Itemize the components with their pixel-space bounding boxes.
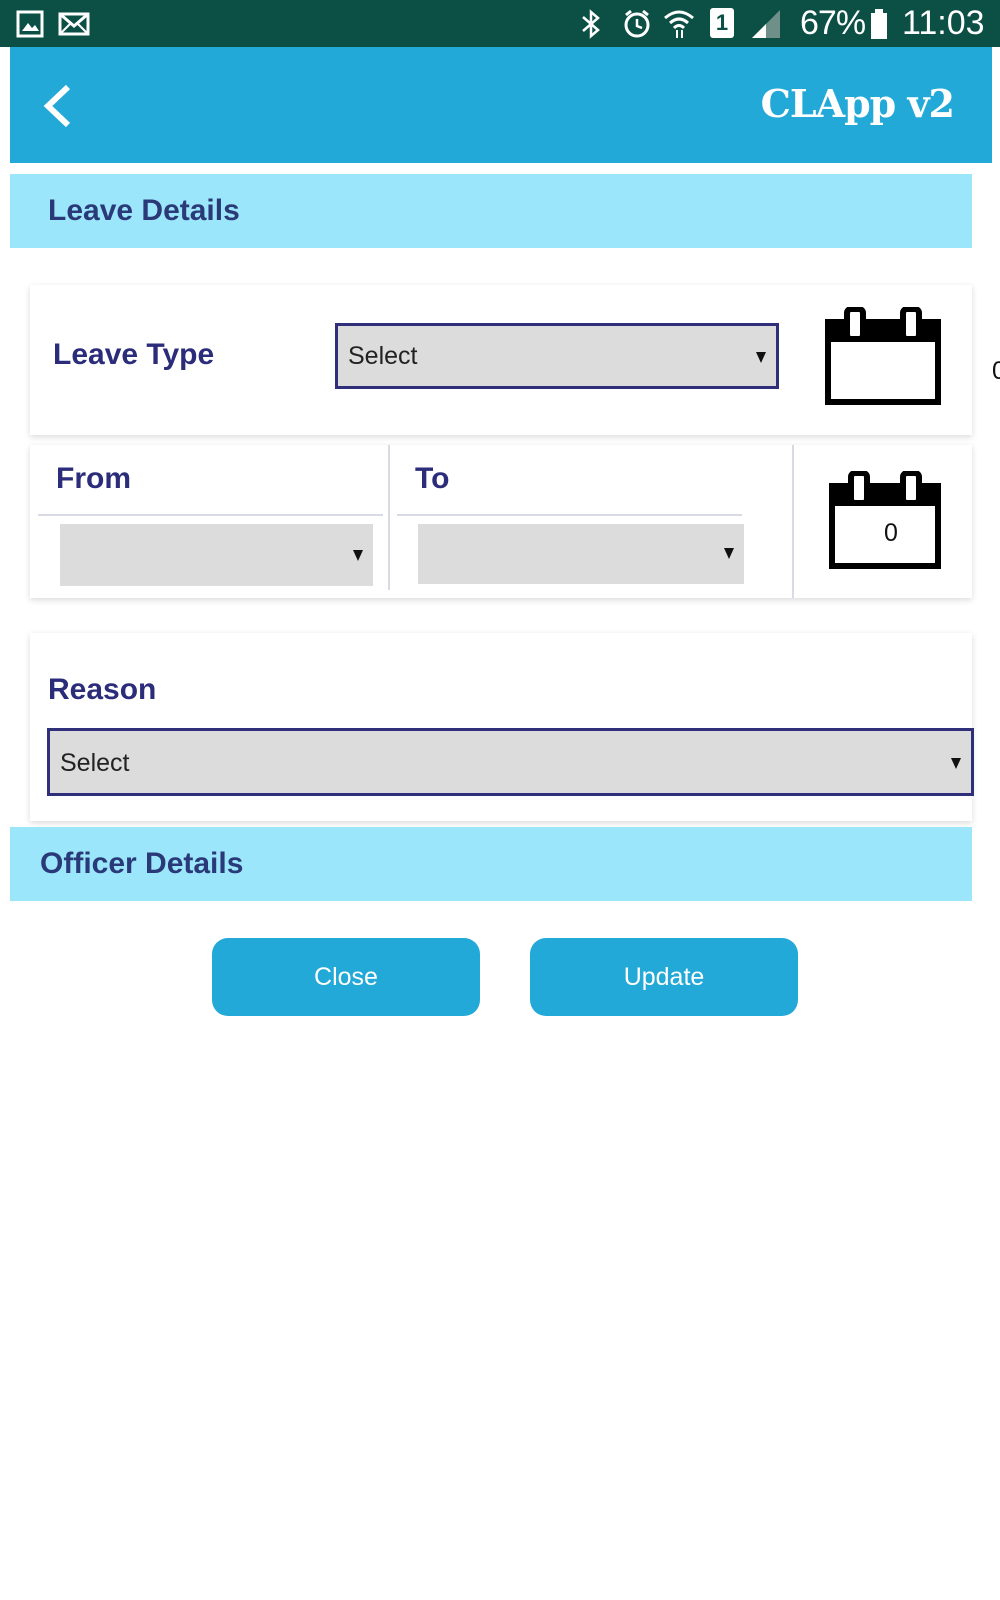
calendar-icon[interactable]: 0 [825,306,1000,407]
close-button[interactable]: Close [212,938,480,1016]
app-title: CLApp v2 [760,81,955,126]
app-bar: CLApp v2 [10,47,992,163]
leave-details-title: Leave Details [48,194,240,227]
clock: 11:03 [902,4,985,42]
dropdown-caret-icon [756,352,766,363]
leave-type-select[interactable]: Select [335,323,779,389]
calendar-divider [792,445,794,598]
status-bar: 1 67% 11:03 [0,0,1000,47]
dropdown-caret-icon [724,548,734,559]
calendar-icon[interactable]: 0 [829,470,941,571]
battery-percent: 67% [800,4,866,42]
from-to-divider [388,445,390,590]
dropdown-caret-icon [951,758,961,769]
from-date-select[interactable] [60,524,373,586]
bluetooth-icon [582,9,600,39]
gallery-icon [16,10,44,38]
to-date-select[interactable] [418,524,744,584]
from-underline [38,514,383,516]
leave-details-header: Leave Details [10,174,972,248]
alarm-icon [624,9,650,38]
chevron-left-icon[interactable] [38,83,78,129]
reason-label: Reason [48,673,157,706]
update-button[interactable]: Update [530,938,798,1016]
officer-details-header: Officer Details [10,827,972,901]
to-underline [397,514,742,516]
leave-type-day-count: 0 [992,357,1000,385]
signal-icon [752,10,780,38]
to-label: To [415,462,450,495]
date-range-day-count: 0 [884,519,898,547]
leave-type-card: Leave Type Select 0 [30,285,1000,435]
battery-icon [871,9,887,39]
wifi-icon [664,10,694,38]
email-icon [58,12,90,36]
sim-icon: 1 [710,8,734,38]
leave-type-select-value: Select [348,342,418,370]
leave-type-label: Leave Type [53,338,215,371]
sim-slot-label: 1 [715,10,729,35]
from-label: From [56,462,131,495]
date-range-card: From To 0 [30,445,972,598]
reason-card: Reason Select [30,633,974,821]
dropdown-caret-icon [353,550,363,561]
reason-select[interactable]: Select [47,728,974,796]
officer-details-title: Officer Details [40,847,244,880]
reason-select-value: Select [60,749,130,777]
